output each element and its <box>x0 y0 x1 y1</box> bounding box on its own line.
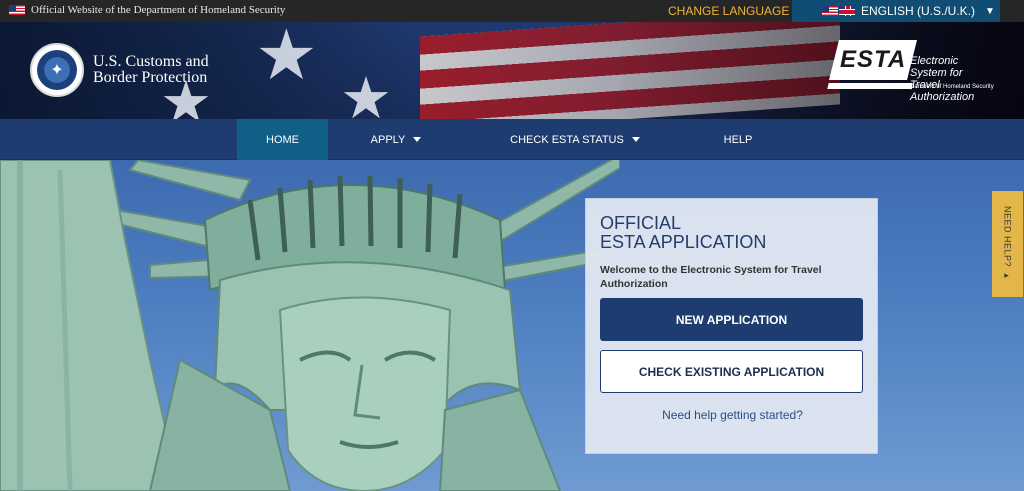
agency-name-line1: U.S. Customs and <box>93 53 209 70</box>
nav-item-help[interactable]: HELP <box>696 119 780 160</box>
nav-item-label: HOME <box>266 133 299 146</box>
esta-logo-text: ESTA <box>839 46 907 73</box>
chevron-down-icon <box>413 137 422 142</box>
check-existing-application-button[interactable]: CHECK EXISTING APPLICATION <box>600 350 863 393</box>
us-flag-icon <box>822 6 838 16</box>
uk-flag-icon <box>839 6 855 16</box>
card-title-line2: ESTA APPLICATION <box>600 232 767 252</box>
new-application-button[interactable]: NEW APPLICATION <box>600 298 863 341</box>
esta-logo-icon[interactable]: ESTA Electronic System for Travel Author… <box>827 38 998 114</box>
nav-item-label: CHECK ESTA STATUS <box>510 133 624 146</box>
chevron-down-icon: ▼ <box>985 5 995 17</box>
us-flag-icon <box>9 5 25 15</box>
card-title: OFFICIAL ESTA APPLICATION <box>600 214 766 252</box>
esta-tagline-line1: Electronic System for <box>910 55 963 79</box>
esta-application-card: OFFICIAL ESTA APPLICATION Welcome to the… <box>585 198 878 454</box>
esta-tagline-line2: Travel Authorization <box>910 79 975 103</box>
nav-item-label: HELP <box>723 133 753 146</box>
seal-eagle-icon: ✦ <box>37 50 77 90</box>
language-flags <box>822 6 855 16</box>
caret-down-icon: ▸ <box>1002 271 1013 282</box>
esta-subline: U.S. Department of Homeland Security <box>890 84 994 90</box>
welcome-text: Welcome to the Electronic System for Tra… <box>600 264 822 290</box>
card-title-line1: OFFICIAL <box>600 213 682 233</box>
esta-logo-box: ESTA <box>829 40 917 80</box>
language-select[interactable]: ENGLISH (U.S./U.K.) ▼ <box>792 0 1000 22</box>
agency-name-line2: Border Protection <box>93 69 208 86</box>
need-help-getting-started-link[interactable]: Need help getting started? <box>586 408 879 422</box>
top-utility-bar: Official Website of the Department of Ho… <box>0 0 1024 22</box>
need-help-tab[interactable]: NEED HELP? ▸ <box>992 191 1023 297</box>
official-website-text: Official Website of the Department of Ho… <box>31 4 286 16</box>
change-language-link[interactable]: CHANGE LANGUAGE ► <box>668 4 807 18</box>
statue-of-liberty-image <box>0 160 620 491</box>
nav-item-label: APPLY <box>370 133 406 146</box>
need-help-label: NEED HELP? ▸ <box>1003 206 1013 282</box>
dhs-seal-icon[interactable]: ✦ <box>30 43 84 97</box>
esta-tagline: Electronic System for Travel Authorizati… <box>910 55 998 103</box>
nav-item-apply[interactable]: APPLY <box>348 119 444 160</box>
need-help-text: NEED HELP? <box>1002 206 1013 268</box>
chevron-down-icon <box>631 137 640 142</box>
official-website-notice: Official Website of the Department of Ho… <box>9 4 285 16</box>
main-navigation: HOME APPLY CHECK ESTA STATUS HELP <box>0 119 1024 160</box>
agency-name[interactable]: U.S. Customs and Border Protection <box>93 54 209 86</box>
language-select-value: ENGLISH (U.S./U.K.) <box>861 4 976 18</box>
nav-item-home[interactable]: HOME <box>237 119 328 160</box>
change-language-label: CHANGE LANGUAGE <box>668 4 790 18</box>
nav-item-check-esta-status[interactable]: CHECK ESTA STATUS <box>500 119 650 160</box>
site-header: ★ ★ ★ ✦ U.S. Customs and Border Protecti… <box>0 22 1024 119</box>
